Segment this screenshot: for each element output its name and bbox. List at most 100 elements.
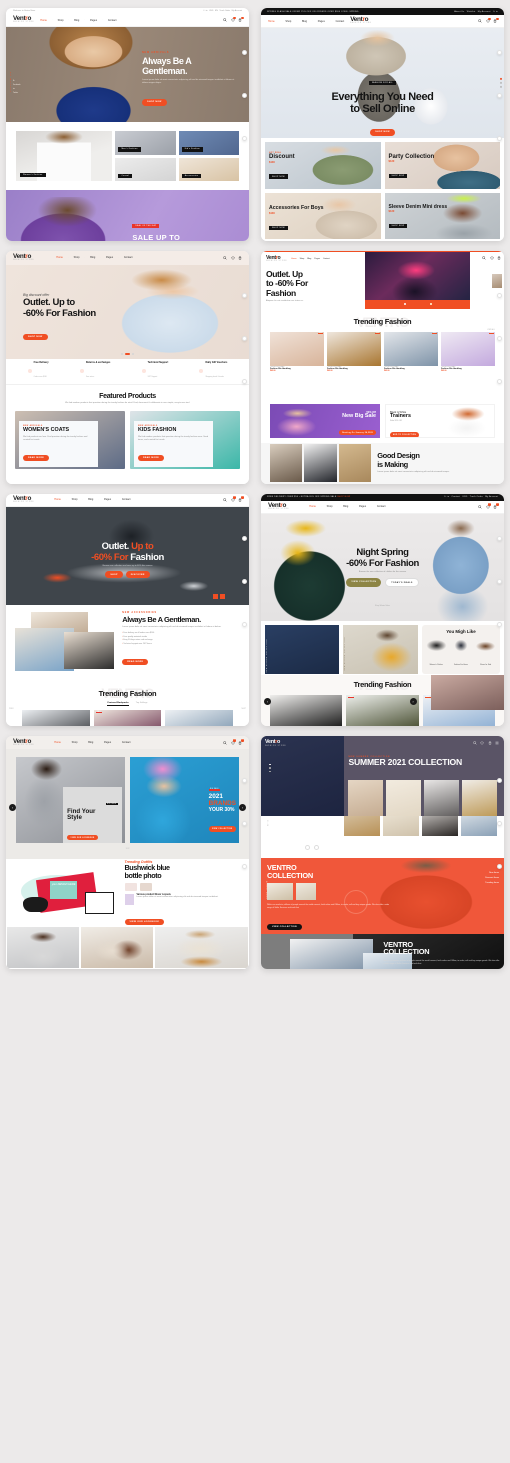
main-nav[interactable]: Ventro FASHION STORE Home · Shop · Blog · Pa… — [6, 493, 249, 507]
nav-item-contact[interactable]: Contact — [108, 19, 117, 22]
nav-item-blog[interactable]: Blog — [307, 258, 311, 260]
like-item[interactable]: Fashion For Hours — [449, 638, 473, 670]
hero-banner[interactable]: Big discount offer Outlet. Up to -60% Fo… — [6, 264, 249, 359]
card-cta-button[interactable]: READ MORE — [23, 455, 50, 462]
nav-item-blog[interactable]: Blog — [302, 20, 307, 23]
category-tile[interactable]: Kid's Fashion — [178, 131, 239, 155]
collection-cta-button[interactable]: VIEW COLLECTION — [267, 924, 302, 931]
nav-item-pages[interactable]: Pages — [314, 258, 320, 260]
heart-icon[interactable]: 3 — [230, 16, 236, 22]
tab-top-sellings[interactable]: Top Sellings — [136, 702, 148, 706]
nav-menu[interactable]: Home Shop Blog Pages Contact — [291, 258, 330, 260]
promo-card-cta[interactable]: SHOP NOW — [388, 223, 408, 228]
nav-menu[interactable]: Home · Shop · Blog · Pages · Contact — [54, 741, 130, 744]
main-nav[interactable]: Ventro FASHION STORE Home · Shop · Blog · Pa… — [6, 14, 249, 27]
product-card[interactable] — [22, 709, 90, 727]
category-tile[interactable]: Casual — [115, 157, 176, 181]
heart-icon[interactable]: 3 — [230, 739, 236, 745]
cart-icon[interactable]: 2 — [493, 503, 499, 509]
nav-item-home[interactable]: Home — [54, 741, 61, 744]
slide-cta[interactable]: VIEW OUR LOOKBOOK — [67, 835, 98, 841]
thumb[interactable] — [348, 779, 384, 817]
product-card[interactable]: NEW TRENDING WEAR Fashion Mix Handbag $6… — [327, 331, 381, 372]
gallery-item[interactable] — [80, 927, 153, 969]
nav-item-home[interactable]: Home — [268, 20, 275, 23]
nav-item-pages[interactable]: Pages — [104, 741, 111, 744]
gallery-item[interactable] — [154, 927, 248, 969]
nav-menu[interactable]: Home · Shop · Blog · Pages · Contact — [56, 256, 132, 259]
collection-links[interactable]: New Items Discount Items Trending Items — [485, 872, 499, 884]
nav-item-pages[interactable]: Pages — [359, 505, 366, 508]
nav-icons[interactable] — [482, 255, 501, 260]
prev-label[interactable]: PREV — [9, 708, 14, 710]
nav-item-blog[interactable]: Blog — [343, 505, 348, 508]
nav-item-shop[interactable]: Shop — [58, 19, 64, 22]
thumb[interactable] — [386, 779, 422, 817]
main-nav[interactable]: Ventro FASHION STORE Home · Shop · Blog · Pa… — [261, 500, 504, 514]
promo-card[interactable]: Accessories For Boys $130 SHOP NOW — [265, 192, 381, 239]
heart-icon[interactable] — [489, 256, 494, 260]
promo-banner[interactable]: DEAL OF THE DAY SALE UP TO 50% Lorem ips… — [6, 190, 249, 241]
slider-nav[interactable] — [304, 845, 319, 851]
promo-card-cta[interactable]: SHOP NOW — [388, 174, 408, 179]
banner-cta[interactable]: ADD TO COLLECTION — [390, 432, 419, 437]
search-icon[interactable] — [223, 256, 227, 260]
nav-item-blog[interactable]: Blog — [88, 741, 93, 744]
nav-item-home[interactable]: Home — [309, 505, 316, 508]
scroll-dots[interactable] — [497, 292, 502, 384]
thumb[interactable] — [424, 779, 459, 817]
search-icon[interactable] — [482, 256, 486, 260]
hero-slider-dots[interactable] — [269, 763, 271, 773]
product-card[interactable]: NEW TRENDING WEAR Fashion Mix Handbag $6… — [270, 331, 324, 372]
hero-cta-button[interactable]: SHOP NOW — [23, 334, 48, 341]
category-tile[interactable]: Accessories — [178, 157, 239, 181]
product-card[interactable]: SALE TRENDING WEAR Fashion Mix Handbag $… — [346, 694, 419, 727]
hero-cta-primary[interactable]: SHOP — [105, 571, 123, 578]
nav-item-pages[interactable]: Pages — [90, 19, 97, 22]
promo-card[interactable]: Sleeve Denim Mini dress $130 SHOP NOW — [384, 192, 500, 239]
slider-prev-button[interactable] — [304, 845, 310, 851]
brand-logo[interactable]: Ventro FASHION STORE — [13, 738, 34, 747]
product-card[interactable]: TRENDING WEAR Fashion Mix Handbag $62.00 — [270, 694, 343, 727]
nav-item-home[interactable]: Home — [40, 19, 47, 22]
link-new-items[interactable]: New Items — [485, 872, 499, 874]
scroll-dots[interactable] — [242, 292, 247, 384]
collection-orange-section[interactable]: VENTRO COLLECTION Within our markets, mi… — [261, 858, 504, 935]
nav-item-contact[interactable]: Contact — [124, 256, 133, 259]
promo-banner[interactable]: 50% Off New Big Sale Starting On January… — [270, 403, 380, 438]
nav-icons[interactable]: 3 2 — [223, 16, 244, 22]
menu-icon[interactable] — [495, 741, 499, 745]
heart-icon[interactable] — [230, 256, 235, 260]
card-cta-button[interactable]: READ MORE — [138, 455, 165, 462]
cart-icon[interactable] — [238, 255, 242, 260]
demo-card-home-find-your-style[interactable]: Ventro FASHION STORE Home · Shop · Blog · Pa… — [6, 736, 249, 970]
hero-banner[interactable]: Ventro FASHION STORE NEW SUMMER COLLECTIO… — [261, 736, 504, 817]
category-tile[interactable]: Women's Fashion — [16, 131, 113, 181]
search-icon[interactable] — [478, 504, 482, 509]
hero-banner[interactable]: Outlet. Up to -60% For Fashion Browse ou… — [6, 506, 249, 605]
nav-item-shop[interactable]: Shop — [74, 256, 80, 259]
category-banner[interactable]: NEW SPRING COLLECTION — [265, 624, 340, 674]
hero-banner[interactable]: FASHION FOR ALL Everything You Need to S… — [261, 28, 504, 138]
nav-item-shop[interactable]: Shop — [72, 741, 78, 744]
hero-cta-button[interactable]: SHOP NOW — [370, 129, 395, 136]
heart-icon[interactable]: 3 — [230, 496, 236, 502]
nav-item-pages[interactable]: Pages — [106, 256, 113, 259]
hero-cta-primary[interactable]: VIEW COLLECTION — [346, 578, 382, 587]
demo-card-home-outlet-fashion[interactable]: Ventro FASHION STORE Home · Shop · Blog · Pa… — [6, 250, 249, 484]
thumb-sunglasses[interactable] — [124, 883, 137, 892]
collection-thumb[interactable] — [296, 883, 316, 901]
thumb-boot[interactable] — [139, 883, 152, 892]
search-icon[interactable] — [478, 19, 482, 23]
nav-item-contact[interactable]: Contact — [122, 498, 131, 501]
hero-slider-arrows[interactable] — [213, 593, 225, 599]
heart-icon[interactable]: 3 — [485, 17, 491, 23]
nav-item-contact[interactable]: Contact — [122, 741, 131, 744]
product-card[interactable] — [165, 709, 233, 727]
scroll-dots[interactable] — [242, 49, 247, 141]
promo-card-cta[interactable]: SHOP NOW — [269, 174, 288, 179]
brand-logo[interactable]: Ventro FASHION STORE — [13, 15, 34, 24]
brand-logo[interactable]: Ventro FASHION STORE — [350, 16, 371, 25]
nav-item-shop[interactable]: Shop — [327, 505, 333, 508]
side-thumb[interactable] — [492, 273, 502, 288]
